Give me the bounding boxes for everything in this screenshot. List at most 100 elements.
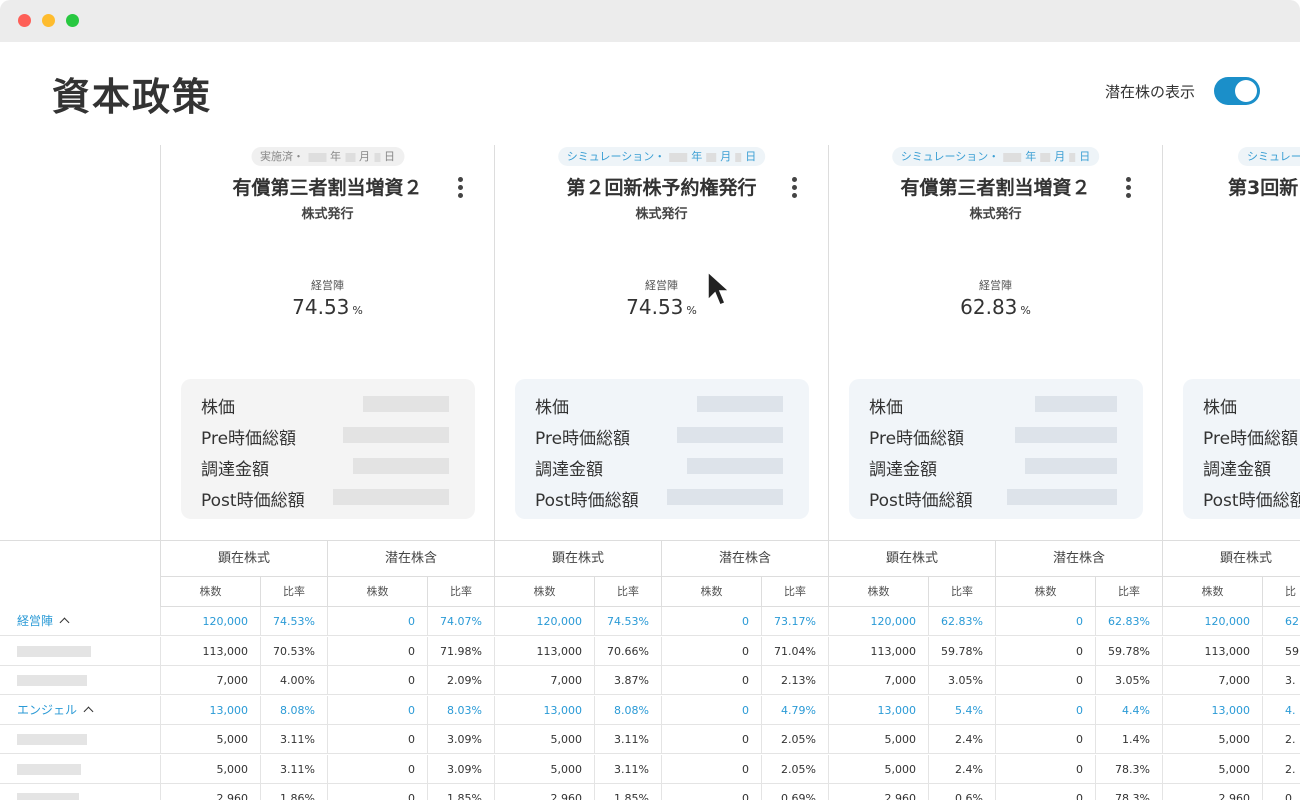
group-row[interactable]: 経営陣 120,000 74.53% 0 74.07% 120,000 74.53% 0 73.… — [0, 607, 1300, 636]
table-row: 113,000 70.53% 0 71.98% 113,000 70.66% 0 71.04%… — [0, 636, 1300, 666]
metric-label: 経営陣 — [979, 279, 1012, 292]
ratio-cell: 1.86% — [260, 784, 327, 800]
subheader-shares: 株数 — [828, 577, 928, 607]
scenario-title: 第２回新株予約権発行 — [566, 177, 757, 199]
ratio-cell: 3.11% — [594, 754, 661, 784]
redacted-value — [333, 489, 449, 505]
toggle-knob — [1235, 80, 1257, 102]
share-count-cell: 0 — [661, 754, 761, 784]
date-blank — [735, 152, 742, 162]
ratio-cell: 8.03% — [427, 695, 494, 725]
share-count-cell: 120,000 — [828, 607, 928, 636]
date-blank — [669, 152, 688, 162]
share-count-cell: 113,000 — [828, 636, 928, 666]
card-label-raised: 調達金額 — [869, 460, 937, 480]
header-diluted-shares: 潜在株含 — [995, 541, 1162, 577]
date-blank — [345, 152, 355, 162]
more-options-icon[interactable] — [1126, 177, 1132, 199]
share-count-cell: 0 — [327, 695, 427, 725]
redacted-holder-name — [17, 763, 81, 775]
share-count-cell: 0 — [327, 754, 427, 784]
card-label-raised: 調達金額 — [535, 460, 603, 480]
ratio-cell: 1.4% — [1095, 725, 1162, 754]
redacted-value — [1035, 396, 1117, 412]
share-count-cell: 0 — [661, 607, 761, 636]
more-options-icon[interactable] — [792, 177, 798, 199]
card-label-post-valuation: Post時価総額 — [535, 491, 639, 511]
group-label[interactable]: 経営陣 — [17, 607, 70, 636]
redacted-value — [353, 458, 449, 474]
ratio-cell: 3.05% — [1095, 666, 1162, 695]
subheader-shares: 株数 — [160, 577, 260, 607]
ratio-cell: 3. — [1262, 666, 1300, 695]
share-count-cell: 0 — [661, 666, 761, 695]
ratio-cell: 2.05% — [761, 725, 828, 754]
tag-year: 年 — [330, 150, 341, 163]
chevron-up-icon[interactable] — [59, 617, 70, 628]
ratio-cell: 71.04% — [761, 636, 828, 666]
ratio-cell: 74.07% — [427, 607, 494, 636]
zoom-window-button[interactable] — [66, 14, 79, 27]
ratio-cell: 3.09% — [427, 725, 494, 754]
tag-month: 月 — [359, 150, 370, 163]
share-count-cell: 5,000 — [494, 725, 594, 754]
redacted-holder-name — [17, 734, 87, 745]
share-count-cell: 5,000 — [494, 754, 594, 784]
scenario-column-2: シミュレーション・年月日 第２回新株予約権発行 株式発行 経営陣 74.53% … — [494, 145, 828, 540]
table-row: 5,000 3.11% 0 3.09% 5,000 3.11% 0 2.05% 5,000 2.4… — [0, 754, 1300, 784]
close-window-button[interactable] — [18, 14, 31, 27]
ratio-cell: 0.69% — [761, 784, 828, 800]
date-blank — [1040, 152, 1051, 162]
group-label[interactable]: エンジェル — [17, 696, 94, 725]
metric-value: 74.53% — [161, 295, 494, 319]
ratio-cell: 71.98% — [427, 636, 494, 666]
ratio-cell: 73.17% — [761, 607, 828, 636]
scenario-subtitle: 株式発行 — [301, 207, 354, 222]
more-options-icon[interactable] — [458, 177, 464, 199]
subheader-ratio: 比率 — [928, 577, 995, 607]
share-count-cell: 5,000 — [1162, 725, 1262, 754]
card-label-price: 株価 — [1203, 398, 1237, 418]
table-row: 5,000 3.11% 0 3.09% 5,000 3.11% 0 2.05% 5,000 2.4… — [0, 725, 1300, 754]
share-count-cell: 2,960 — [160, 784, 260, 800]
redacted-value — [363, 396, 449, 412]
minimize-window-button[interactable] — [42, 14, 55, 27]
share-count-cell: 113,000 — [494, 636, 594, 666]
ratio-cell: 78.3% — [1095, 784, 1162, 800]
group-label-text: エンジェル — [17, 702, 78, 717]
potential-shares-toggle[interactable] — [1214, 77, 1260, 105]
subheader-shares: 株数 — [995, 577, 1095, 607]
ratio-cell: 4.00% — [260, 666, 327, 695]
ratio-cell: 3.09% — [427, 754, 494, 784]
share-count-cell: 0 — [995, 666, 1095, 695]
share-count-cell: 120,000 — [1162, 607, 1262, 636]
subheader-shares: 株数 — [327, 577, 427, 607]
metric-unit: % — [352, 304, 363, 317]
subheader-ratio: 比率 — [761, 577, 828, 607]
window-titlebar — [0, 0, 1300, 42]
ratio-cell: 1.85% — [427, 784, 494, 800]
ratio-cell: 4.79% — [761, 695, 828, 725]
ratio-cell: 3.11% — [260, 725, 327, 754]
share-count-cell: 0 — [661, 695, 761, 725]
share-count-cell: 13,000 — [1162, 695, 1262, 725]
tag-prefix: 実施済・ — [260, 150, 304, 163]
share-count-cell: 0 — [327, 636, 427, 666]
scenario-subtitle: 株式発行 — [969, 207, 1022, 222]
share-count-cell: 0 — [327, 784, 427, 800]
share-count-cell: 113,000 — [160, 636, 260, 666]
subheader-ratio: 比率 — [260, 577, 327, 607]
subheader-ratio: 比率 — [427, 577, 494, 607]
card-label-price: 株価 — [869, 398, 903, 418]
share-count-cell: 5,000 — [1162, 754, 1262, 784]
card-label-post-valuation: Post時価総額 — [1203, 491, 1300, 511]
share-count-cell: 0 — [327, 666, 427, 695]
ratio-cell: 0. — [1262, 784, 1300, 800]
metric-unit: % — [686, 304, 697, 317]
date-blank — [1003, 152, 1022, 162]
card-label-price: 株価 — [535, 398, 569, 418]
ratio-cell: 4.4% — [1095, 695, 1162, 725]
group-row[interactable]: エンジェル 13,000 8.08% 0 8.03% 13,000 8.08% 0 4.79% 1… — [0, 695, 1300, 725]
chevron-up-icon[interactable] — [83, 706, 94, 716]
share-count-cell: 0 — [661, 725, 761, 754]
